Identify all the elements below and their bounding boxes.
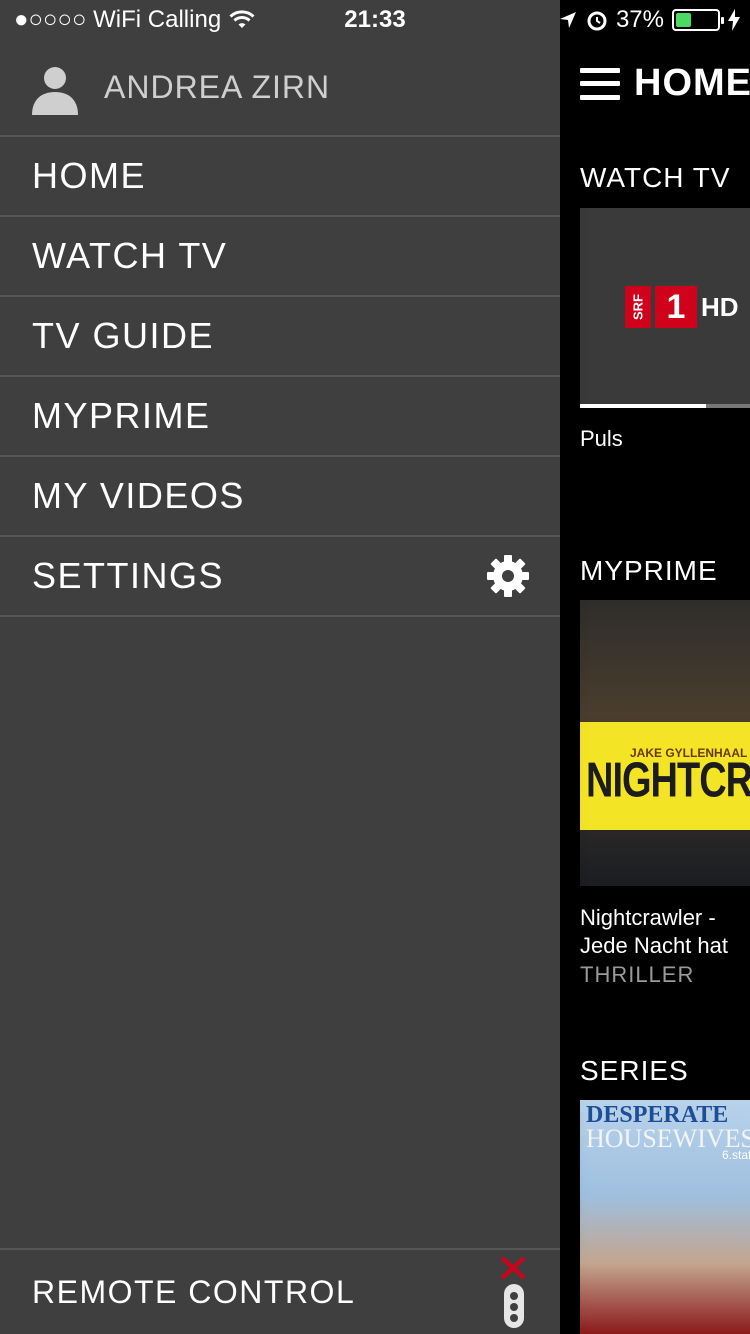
menu-item-settings[interactable]: SETTINGS: [0, 537, 560, 617]
menu-item-label: TV GUIDE: [32, 315, 215, 356]
status-bar: ●○○○○ WiFi Calling 21:33 37%: [0, 0, 750, 40]
section-title-watch-tv[interactable]: WATCH TV: [580, 162, 731, 194]
series-poster-season: 6.staffel: [722, 1148, 750, 1162]
menu-item-label: MYPRIME: [32, 395, 211, 436]
location-arrow-icon: [559, 12, 576, 28]
side-menu-drawer: ANDREA ZIRN HOME WATCH TV TV GUIDE MYPRI…: [0, 0, 560, 1334]
program-progress-bar: [580, 404, 750, 408]
menu-item-my-videos[interactable]: MY VIDEOS: [0, 457, 560, 537]
menu-item-watch-tv[interactable]: WATCH TV: [0, 217, 560, 297]
remote-control-icon: [500, 1256, 526, 1328]
menu-item-label: MY VIDEOS: [32, 475, 245, 516]
section-title-myprime[interactable]: MYPRIME: [580, 555, 718, 587]
menu-item-tv-guide[interactable]: TV GUIDE: [0, 297, 560, 377]
remote-control-label: REMOTE CONTROL: [32, 1273, 356, 1310]
movie-title-line-1: Nightcrawler -: [580, 905, 716, 930]
srf1-hd-logo: SRF 1 HD: [625, 286, 739, 328]
system-status: 37%: [558, 6, 740, 34]
program-progress-fill: [580, 404, 706, 408]
home-header: HOME: [580, 62, 750, 105]
channel-number: 1: [655, 286, 697, 328]
menu-item-label: WATCH TV: [32, 235, 228, 276]
channel-brand: SRF: [625, 286, 651, 328]
poster-title-text: NIGHTCRAWLER: [586, 753, 750, 809]
movie-title-line-2: Jede Nacht hat: [580, 933, 728, 958]
program-title: Puls: [580, 426, 623, 451]
movie-genre: THRILLER: [580, 962, 695, 987]
user-profile[interactable]: ANDREA ZIRN: [0, 40, 560, 137]
battery-level: [676, 13, 691, 27]
remote-control-button[interactable]: REMOTE CONTROL: [0, 1248, 560, 1334]
gear-icon: [487, 555, 529, 597]
menu-item-myprime[interactable]: MYPRIME: [0, 377, 560, 457]
page-title: HOME: [634, 62, 750, 104]
battery-icon: [672, 9, 724, 31]
menu-item-home[interactable]: HOME: [0, 137, 560, 217]
home-screen: HOME WATCH TV SRF 1 HD Puls MYPRIME JAKE…: [560, 0, 750, 1334]
battery-percent: 37%: [615, 6, 664, 33]
charging-bolt-icon: [728, 9, 740, 31]
user-avatar-icon: [32, 66, 78, 115]
channel-suffix: HD: [701, 291, 739, 322]
alarm-clock-icon: [587, 11, 607, 31]
menu-item-label: SETTINGS: [32, 555, 225, 596]
menu-list: HOME WATCH TV TV GUIDE MYPRIME MY VIDEOS…: [0, 137, 560, 617]
live-channel-tile[interactable]: SRF 1 HD: [580, 208, 750, 408]
user-name: ANDREA ZIRN: [104, 69, 331, 105]
series-poster-desperate-housewives[interactable]: DESPERATE HOUSEWIVES 6.staffel: [580, 1100, 750, 1334]
movie-poster-nightcrawler[interactable]: JAKE GYLLENHAAL NIGHTCRAWLER: [580, 600, 750, 886]
section-title-series[interactable]: SERIES: [580, 1055, 689, 1087]
menu-item-label: HOME: [32, 155, 146, 196]
hamburger-menu-icon[interactable]: [580, 67, 620, 100]
